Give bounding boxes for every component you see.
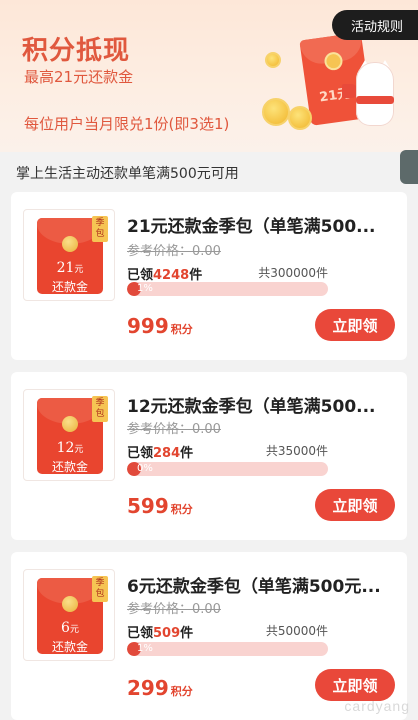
product-title: 12元还款金季包（单笔满500... [127, 397, 376, 417]
points-price: 999 积分 [127, 314, 193, 338]
season-tag: 季包 [92, 216, 108, 242]
activity-rules-button[interactable]: 活动规则 [332, 10, 418, 40]
usage-note: 掌上生活主动还款单笔满500元可用 [16, 166, 239, 182]
points-price: 599 积分 [127, 494, 193, 518]
activity-rules-label: 活动规则 [350, 19, 403, 35]
claim-now-button[interactable]: 立即领 [315, 309, 395, 341]
claim-now-button[interactable]: 立即领 [315, 489, 395, 521]
claimed-count: 已领4248件 [127, 268, 203, 283]
gold-coin-icon [265, 52, 281, 68]
product-title: 21元还款金季包（单笔满500... [127, 217, 376, 237]
watermark: cardyang [344, 698, 410, 714]
reference-price: 参考价格：0.00 [127, 422, 221, 437]
season-tag: 季包 [92, 396, 108, 422]
banner-subtitle: 最高21元还款金 [24, 68, 134, 86]
mascot-cat-illustration [356, 62, 394, 126]
progress-percent: 0% [137, 463, 153, 474]
side-float-tab[interactable] [400, 150, 418, 184]
progress-percent: 1% [137, 283, 153, 294]
claim-progress-bar: 0% [127, 462, 328, 476]
claim-progress-bar: 1% [127, 642, 328, 656]
claim-now-button[interactable]: 立即领 [315, 669, 395, 701]
product-card: 12元 还款金 季包 12元还款金季包（单笔满500... 参考价格：0.00 … [11, 372, 407, 540]
total-stock: 共35000件 [265, 444, 328, 458]
reference-price: 参考价格：0.00 [127, 244, 221, 259]
season-tag: 季包 [92, 576, 108, 602]
reference-price: 参考价格：0.00 [127, 602, 221, 617]
product-thumbnail: 6元 还款金 季包 [23, 569, 115, 661]
claimed-count: 已领284件 [127, 446, 194, 461]
total-stock: 共50000件 [265, 624, 328, 638]
product-card: 6元 还款金 季包 6元还款金季包（单笔满500元... 参考价格：0.00 已… [11, 552, 407, 720]
claim-progress-bar: 1% [127, 282, 328, 296]
product-title: 6元还款金季包（单笔满500元... [127, 577, 381, 597]
product-thumbnail: 12元 还款金 季包 [23, 389, 115, 481]
progress-percent: 1% [137, 643, 153, 654]
points-price: 299 积分 [127, 676, 193, 700]
product-card: 21元 还款金 季包 21元还款金季包（单笔满500... 参考价格：0.00 … [11, 192, 407, 360]
banner-title: 积分抵现 [22, 36, 131, 66]
total-stock: 共300000件 [258, 266, 328, 280]
product-thumbnail: 21元 还款金 季包 [23, 209, 115, 301]
gold-coin-icon [288, 106, 312, 130]
claimed-count: 已领509件 [127, 626, 194, 641]
banner-limit-text: 每位用户当月限兑1份(即3选1) [24, 115, 230, 133]
gold-coin-icon [262, 98, 290, 126]
